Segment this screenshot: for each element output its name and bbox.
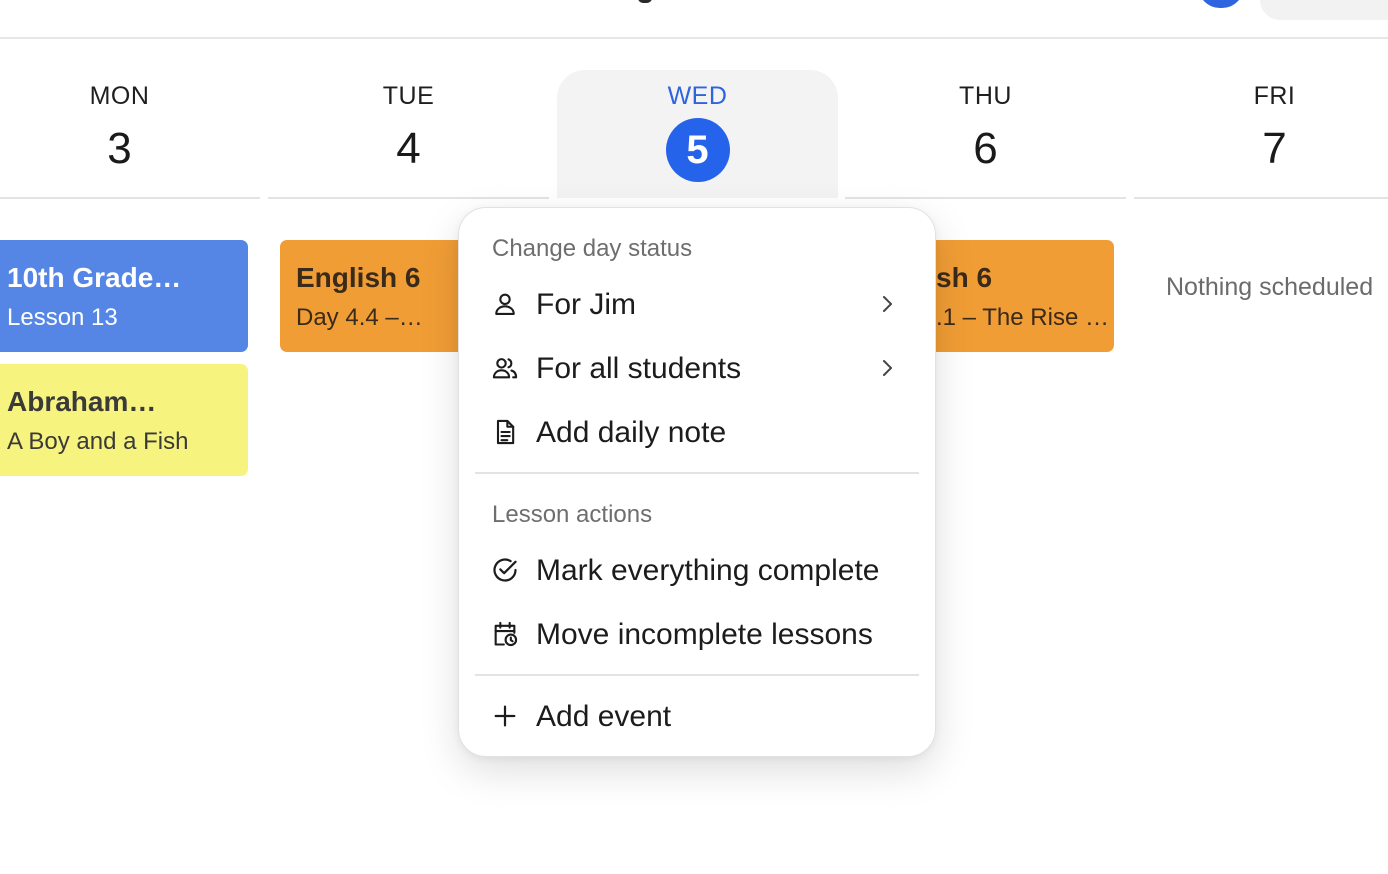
day-header-tue[interactable]: TUE 4 (268, 70, 549, 198)
today-number-badge: 5 (665, 118, 730, 182)
day-header-mon[interactable]: MON 3 (0, 70, 260, 198)
menu-item-label: Mark everything complete (536, 554, 880, 587)
lesson-card-title: English 6 (296, 262, 421, 293)
users-icon (491, 354, 519, 382)
menu-item-label: For all students (536, 352, 742, 385)
top-bar-glyph (638, 0, 652, 3)
day-number: 6 (973, 124, 998, 173)
lesson-card-subtitle: Lesson 13 (7, 304, 118, 331)
lesson-card[interactable]: Abraham… A Boy and a Fish (0, 364, 248, 476)
menu-item-label: Add event (536, 700, 672, 733)
lesson-card-subtitle: A Boy and a Fish (7, 428, 189, 455)
menu-item-label: For Jim (536, 288, 636, 321)
day-name: THU (959, 82, 1012, 110)
day-divider (268, 197, 549, 199)
day-header-thu[interactable]: THU 6 (845, 70, 1126, 198)
menu-item-for-all-students[interactable]: For all students (475, 340, 919, 396)
day-name: FRI (1253, 82, 1296, 110)
day-number: 7 (1262, 124, 1287, 173)
menu-divider (475, 472, 919, 474)
plus-icon (491, 702, 519, 730)
chevron-right-icon (875, 356, 899, 380)
check-circle-icon (491, 556, 519, 584)
day-number: 4 (396, 124, 421, 173)
top-bar (0, 0, 1388, 39)
lesson-card-title: sh 6 (936, 262, 993, 293)
chevron-right-icon (875, 292, 899, 316)
calendar-week-view: MON 3 TUE 4 WED 5 THU 6 FRI 7 10th Grade… (0, 0, 1388, 874)
top-bar-pill-button[interactable] (1260, 0, 1388, 20)
lesson-card[interactable]: 10th Grade… Lesson 13 (0, 240, 248, 352)
lesson-card-title: Abraham… (7, 386, 157, 417)
user-icon (491, 290, 519, 318)
menu-item-add-event[interactable]: Add event (475, 688, 919, 744)
day-divider (845, 197, 1126, 199)
menu-divider (475, 674, 919, 676)
day-name: MON (89, 82, 150, 110)
menu-item-label: Add daily note (536, 416, 727, 449)
calendar-clock-icon (491, 620, 519, 648)
avatar[interactable] (1198, 0, 1244, 8)
menu-item-mark-everything-complete[interactable]: Mark everything complete (475, 542, 919, 598)
day-number: 3 (107, 124, 132, 173)
lesson-card[interactable]: English 6 Day 4.4 –… (280, 240, 480, 352)
menu-section-heading: Lesson actions (492, 501, 653, 528)
day-name: TUE (382, 82, 435, 110)
lesson-card-subtitle: Day 4.4 –… (296, 304, 423, 331)
empty-day-message: Nothing scheduled (1166, 273, 1374, 301)
menu-section-heading: Change day status (492, 235, 693, 262)
menu-item-label: Move incomplete lessons (536, 618, 873, 651)
day-header-fri[interactable]: FRI 7 (1134, 70, 1388, 198)
lesson-card-subtitle: .1 – The Rise … (936, 304, 1106, 331)
menu-item-move-incomplete-lessons[interactable]: Move incomplete lessons (475, 606, 919, 662)
day-context-menu: Change day status For Jim For all studen… (458, 207, 936, 757)
menu-item-add-daily-note[interactable]: Add daily note (475, 404, 919, 460)
day-name: WED (667, 82, 728, 110)
day-divider (1134, 197, 1388, 199)
menu-item-for-jim[interactable]: For Jim (475, 276, 919, 332)
day-header-wed[interactable]: WED 5 (557, 70, 838, 198)
lesson-card-title: 10th Grade… (7, 262, 182, 293)
document-icon (491, 418, 519, 446)
day-divider (0, 197, 260, 199)
